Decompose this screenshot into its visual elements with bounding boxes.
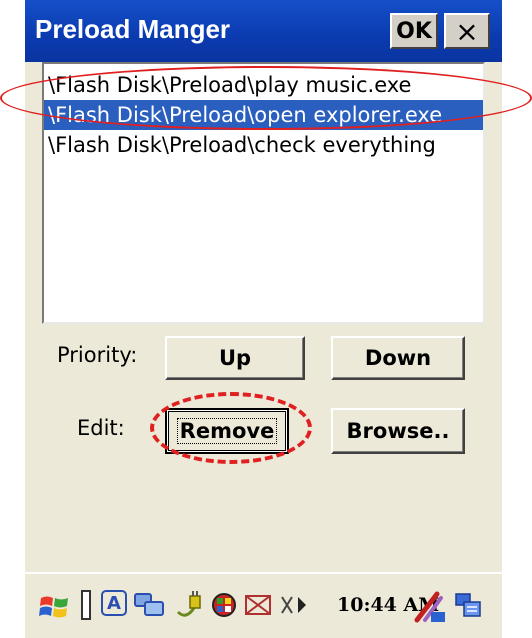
title-bar: Preload Manger OK ×: [25, 0, 502, 62]
list-item-selected[interactable]: \Flash Disk\Preload\open explorer.exe: [44, 100, 483, 130]
device-screen: Preload Manger OK × \Flash Disk\Preload\…: [25, 0, 502, 638]
ok-button[interactable]: OK: [390, 13, 438, 49]
separator-icon: [81, 590, 91, 620]
windows-flag-icon[interactable]: [37, 590, 73, 624]
down-button[interactable]: Down: [331, 336, 465, 380]
list-item[interactable]: \Flash Disk\Preload\check everything: [44, 130, 483, 160]
signal-muted-icon[interactable]: [243, 590, 275, 620]
list-item[interactable]: \Flash Disk\Preload\play music.exe: [44, 70, 483, 100]
power-plug-icon[interactable]: [171, 590, 205, 620]
priority-label: Priority:: [57, 343, 138, 367]
globe-icon[interactable]: [209, 590, 239, 620]
edit-label: Edit:: [77, 416, 125, 440]
network-icon[interactable]: [131, 590, 167, 620]
browse-button[interactable]: Browse..: [331, 408, 465, 454]
bluetooth-icon[interactable]: [279, 590, 319, 620]
ime-indicator[interactable]: A: [101, 590, 127, 616]
remove-button-label: Remove: [176, 418, 278, 444]
keyboard-pen-icon[interactable]: [413, 590, 447, 624]
preload-listbox[interactable]: \Flash Disk\Preload\play music.exe \Flas…: [42, 62, 485, 324]
up-button[interactable]: Up: [165, 336, 305, 380]
remove-button[interactable]: Remove: [165, 408, 289, 454]
close-button[interactable]: ×: [444, 13, 490, 49]
window-title: Preload Manger: [35, 14, 231, 44]
input-panel-icon[interactable]: [453, 590, 485, 622]
taskbar: A 10:44 AM: [25, 572, 502, 638]
